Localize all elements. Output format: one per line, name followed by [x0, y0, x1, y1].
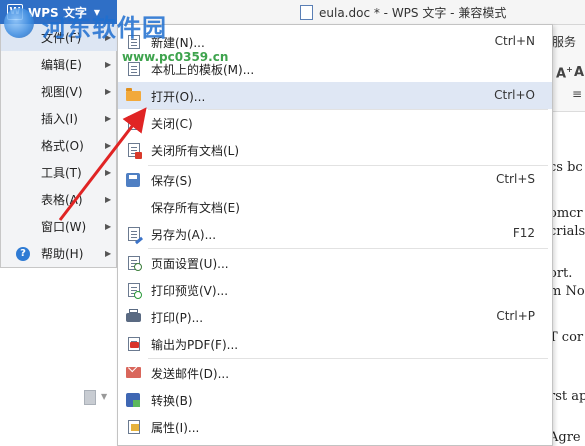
annotation-arrow — [58, 107, 147, 221]
annotation-arrow-line — [58, 107, 147, 221]
